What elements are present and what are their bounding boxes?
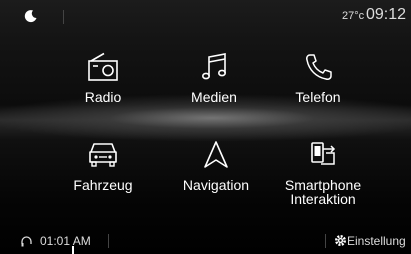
tile-navigation[interactable]: Navigation	[161, 140, 271, 200]
tile-label: Fahrzeug	[73, 177, 133, 193]
media-time: 01:01 AM	[40, 234, 91, 248]
clock: 09:12	[366, 6, 407, 23]
tile-radio[interactable]: Radio	[48, 52, 158, 112]
divider	[63, 10, 64, 24]
tile-phone[interactable]: Telefon	[263, 52, 373, 112]
navigation-arrow-icon	[204, 141, 228, 168]
status-bar: 27°c 09:12	[0, 0, 411, 30]
background	[0, 0, 411, 254]
tile-label: Radio	[84, 89, 122, 105]
tile-label: Medien	[191, 89, 237, 105]
smartphone-mirror-icon	[311, 142, 336, 165]
headphones-icon[interactable]	[20, 235, 33, 248]
tile-media[interactable]: Medien	[159, 52, 269, 112]
tile-label: Navigation	[182, 177, 250, 193]
phone-icon	[306, 54, 332, 80]
tile-label: Smartphone Interaktion	[284, 177, 362, 207]
car-icon	[89, 143, 117, 167]
gear-icon[interactable]	[334, 234, 347, 247]
divider	[325, 234, 326, 248]
radio-icon	[88, 52, 118, 81]
music-note-icon	[202, 53, 226, 80]
divider	[108, 234, 109, 248]
bottom-bar: 01:01 AM Einstellung	[0, 228, 411, 254]
tile-label: Telefon	[295, 89, 341, 105]
outside-temperature: 27°c	[342, 10, 365, 22]
night-mode-icon[interactable]	[24, 9, 38, 23]
tile-vehicle[interactable]: Fahrzeug	[48, 140, 158, 200]
settings-button[interactable]: Einstellung	[347, 234, 406, 248]
touch-indicator	[72, 246, 74, 254]
tile-smartphone[interactable]: Smartphone Interaktion	[268, 140, 378, 206]
